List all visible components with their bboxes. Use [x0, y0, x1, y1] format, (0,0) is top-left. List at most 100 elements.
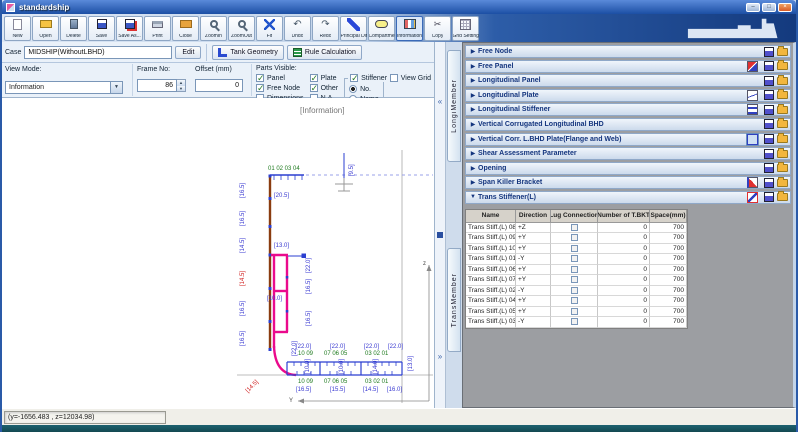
- section-type-icon[interactable]: [747, 192, 758, 203]
- radio-icon[interactable]: [349, 85, 357, 93]
- parts-visible-checkbox[interactable]: Free Node: [256, 84, 304, 92]
- folder-icon[interactable]: [777, 164, 788, 172]
- checkbox-icon[interactable]: [310, 74, 318, 82]
- save-icon[interactable]: [764, 192, 774, 202]
- maximize-button[interactable]: □: [762, 3, 776, 12]
- toolbar-button[interactable]: Delete: [60, 16, 87, 41]
- expand-arrow-icon[interactable]: ▶: [468, 48, 478, 55]
- collapse-right-icon[interactable]: »: [438, 353, 442, 361]
- lug-checkbox-icon[interactable]: [571, 224, 578, 231]
- section-type-icon[interactable]: [747, 61, 758, 72]
- save-icon[interactable]: [764, 149, 774, 159]
- expand-arrow-icon[interactable]: ▶: [468, 63, 478, 70]
- save-icon[interactable]: [764, 163, 774, 173]
- toolbar-button[interactable]: Save: [88, 16, 115, 41]
- expand-arrow-icon[interactable]: ▶: [468, 179, 478, 186]
- checkbox-icon[interactable]: [310, 84, 318, 92]
- tab-transmember[interactable]: TransMember: [447, 248, 461, 352]
- folder-icon[interactable]: [777, 48, 788, 56]
- section-row[interactable]: ▶ Free Node: [465, 45, 791, 58]
- table-row[interactable]: Trans Stiff.(L) 04 +Y 0 700: [466, 296, 687, 307]
- toolbar-button[interactable]: ZoomOut: [228, 16, 255, 41]
- lug-checkbox-icon[interactable]: [571, 318, 578, 325]
- folder-icon[interactable]: [777, 91, 788, 99]
- chevron-down-icon[interactable]: ▼: [110, 82, 122, 93]
- close-button[interactable]: ×: [778, 3, 792, 12]
- section-row[interactable]: ▶ Longitudinal Stiffener: [465, 103, 791, 116]
- frame-no-value[interactable]: 86: [137, 79, 177, 92]
- table-row[interactable]: Trans Stiff.(L) 10 +Y 0 700: [466, 244, 687, 255]
- toolbar-button[interactable]: Save As...: [116, 16, 143, 41]
- table-row[interactable]: Trans Stiff.(L) 06 +Y 0 700: [466, 265, 687, 276]
- drawing-canvas[interactable]: [Information]: [2, 98, 434, 408]
- toolbar-button[interactable]: Close: [172, 16, 199, 41]
- toolbar-button[interactable]: Principal Dimensions: [340, 16, 367, 41]
- expand-arrow-icon[interactable]: ▶: [468, 165, 478, 172]
- expand-arrow-icon[interactable]: ▼: [468, 194, 478, 200]
- lug-checkbox-icon[interactable]: [571, 266, 578, 273]
- collapse-left-icon[interactable]: «: [438, 98, 442, 106]
- table-row[interactable]: Trans Stiff.(L) 05 +Y 0 700: [466, 307, 687, 318]
- save-icon[interactable]: [764, 47, 774, 57]
- section-row[interactable]: ▶ Longitudinal Plate: [465, 89, 791, 102]
- checkbox-icon[interactable]: [390, 74, 398, 82]
- rule-calculation-button[interactable]: Rule Calculation: [287, 45, 362, 60]
- toolbar-button[interactable]: ↶ Undo: [284, 16, 311, 41]
- checkbox-icon[interactable]: [256, 84, 264, 92]
- expand-arrow-icon[interactable]: ▶: [468, 121, 478, 128]
- section-row[interactable]: ▶ Vertical Corr. L.BHD Plate(Flange and …: [465, 133, 791, 146]
- section-row[interactable]: ▶ Span Killer Bracket: [465, 176, 791, 189]
- lug-checkbox-icon[interactable]: [571, 287, 578, 294]
- parts-visible-checkbox[interactable]: Other: [310, 84, 339, 92]
- expand-arrow-icon[interactable]: ▶: [468, 92, 478, 99]
- section-type-icon[interactable]: [747, 177, 758, 188]
- section-type-icon[interactable]: [747, 90, 758, 101]
- save-icon[interactable]: [764, 134, 774, 144]
- folder-icon[interactable]: [777, 135, 788, 143]
- section-row[interactable]: ▼ Trans Stiffener(L): [465, 191, 791, 204]
- lug-checkbox-icon[interactable]: [571, 276, 578, 283]
- toolbar-button[interactable]: Print: [144, 16, 171, 41]
- folder-icon[interactable]: [777, 193, 788, 201]
- edit-button[interactable]: Edit: [175, 46, 201, 59]
- table-row[interactable]: Trans Stiff.(L) 07 +Y 0 700: [466, 275, 687, 286]
- folder-icon[interactable]: [777, 62, 788, 70]
- tab-longimember[interactable]: LongiMember: [447, 50, 461, 162]
- section-row[interactable]: ▶ Vertical Corrugated Longitudinal BHD: [465, 118, 791, 131]
- toolbar-button[interactable]: Fit: [256, 16, 283, 41]
- toolbar-button[interactable]: Information: [396, 16, 423, 41]
- save-icon[interactable]: [764, 105, 774, 115]
- lug-checkbox-icon[interactable]: [571, 245, 578, 252]
- toolbar-button[interactable]: Compartment: [368, 16, 395, 41]
- expand-arrow-icon[interactable]: ▶: [468, 150, 478, 157]
- lug-checkbox-icon[interactable]: [571, 297, 578, 304]
- section-row[interactable]: ▶ Longitudinal Panel: [465, 74, 791, 87]
- tank-geometry-button[interactable]: Tank Geometry: [212, 45, 283, 60]
- view-grid-checkbox[interactable]: View Grid: [390, 74, 431, 82]
- parts-visible-checkbox[interactable]: Panel: [256, 74, 304, 82]
- toolbar-button[interactable]: New: [4, 16, 31, 41]
- lug-checkbox-icon[interactable]: [571, 234, 578, 241]
- view-mode-dropdown[interactable]: Information ▼: [5, 81, 123, 94]
- save-icon[interactable]: [764, 178, 774, 188]
- section-row[interactable]: ▶ Free Panel: [465, 60, 791, 73]
- section-type-icon[interactable]: [747, 134, 758, 145]
- folder-icon[interactable]: [777, 150, 788, 158]
- save-icon[interactable]: [764, 61, 774, 71]
- parts-visible-checkbox[interactable]: Plate: [310, 74, 339, 82]
- table-row[interactable]: Trans Stiff.(L) 09 +Y 0 700: [466, 233, 687, 244]
- folder-icon[interactable]: [777, 106, 788, 114]
- lug-checkbox-icon[interactable]: [571, 255, 578, 262]
- toolbar-button[interactable]: ↷ Redo: [312, 16, 339, 41]
- panel-splitter[interactable]: « »: [435, 42, 446, 408]
- checkbox-icon[interactable]: [256, 74, 264, 82]
- table-row[interactable]: Trans Stiff.(L) 08 +Z 0 700: [466, 223, 687, 234]
- toolbar-button[interactable]: Grid Setting: [452, 16, 479, 41]
- toolbar-button[interactable]: Open: [32, 16, 59, 41]
- section-row[interactable]: ▶ Shear Assessment Parameter: [465, 147, 791, 160]
- splitter-handle-icon[interactable]: [437, 232, 443, 238]
- save-icon[interactable]: [764, 76, 774, 86]
- folder-icon[interactable]: [777, 120, 788, 128]
- expand-arrow-icon[interactable]: ▶: [468, 136, 478, 143]
- stiffener-checkbox[interactable]: Stiffener: [348, 74, 389, 82]
